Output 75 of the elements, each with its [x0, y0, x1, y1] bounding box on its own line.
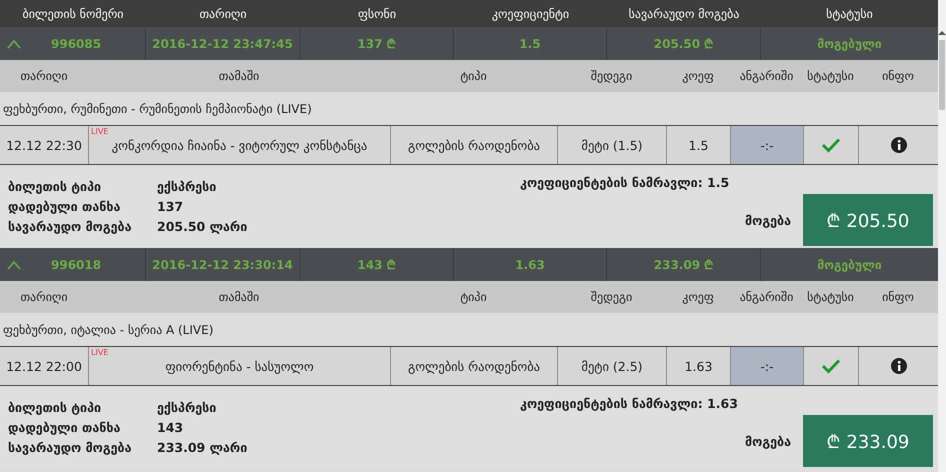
summary-label: სავარაუდო მოგება [8, 440, 133, 455]
info-icon[interactable] [890, 358, 906, 374]
ticket-odds: 1.5 [519, 36, 541, 50]
score-cell: -:- [730, 126, 803, 164]
summary-label: ბილეთის ტიპი [8, 179, 102, 194]
ticket-date: 2016-12-12 23:30:14 [152, 258, 293, 272]
column-header: თარიღი [198, 6, 248, 20]
column-header: შედეგი [590, 69, 634, 83]
summary-label: დადებული თანხა [8, 420, 122, 435]
table-cell: გოლების რაოდენობა [390, 126, 557, 164]
column-header: ტიპი [459, 69, 488, 83]
column-header: სავარაუდო მოგება [628, 6, 740, 20]
column-header: შედეგი [590, 290, 634, 304]
summary-label: დადებული თანხა [8, 199, 122, 214]
summary-label: სავარაუდო მოგება [8, 219, 133, 234]
live-tag: LIVE [91, 127, 108, 136]
match-name: კონკორდია ჩიაინა - ვიტორულ კონსტანცა [112, 138, 368, 152]
scroll-up-icon[interactable] [938, 30, 946, 36]
ticket-number: 996018 [51, 258, 102, 272]
info-icon[interactable] [890, 137, 906, 153]
ticket-potential-win: 205.50 ₾ [654, 36, 714, 52]
column-header: სტატუსი [806, 290, 855, 304]
ticket-potential-win: 233.09 ₾ [654, 257, 714, 273]
league-title: ფეხბურთი, იტალია - სერია A (LIVE) [3, 322, 214, 336]
column-header: ბილეთის ნომერი [21, 6, 125, 20]
ticket-stake: 143 ₾ [357, 257, 396, 273]
ticket-stake: 137 ₾ [357, 36, 396, 52]
chevron-icon[interactable] [7, 260, 21, 270]
total-odds: კოეფიციენტების ნამრავლი: 1.5 [520, 175, 730, 190]
column-header: ტიპი [459, 290, 488, 304]
scrollbar-thumb[interactable] [939, 40, 945, 110]
summary-value: 233.09 ლარი [157, 440, 248, 455]
column-header: თარიღი [19, 290, 69, 304]
column-header: კოეფ [681, 69, 715, 83]
column-header: ინფო [881, 290, 915, 304]
ticket-status: მოგებული [817, 258, 882, 272]
column-header: სტატუსი [825, 6, 874, 20]
chevron-icon[interactable] [7, 38, 21, 48]
summary-label: ბილეთის ტიპი [8, 400, 102, 415]
column-header: ანგარიში [738, 69, 794, 83]
column-header: ანგარიში [738, 290, 794, 304]
column-header: თამაში [218, 290, 260, 304]
ticket-row[interactable]: 996085 2016-12-12 23:47:45 137 ₾ 1.5 205.50 ₾ მოგებული [0, 27, 938, 60]
ticket-row[interactable]: 996018 2016-12-12 23:30:14 143 ₾ 1.63 233.09 ₾ მოგებული [0, 248, 938, 281]
column-header: თარიღი [19, 69, 69, 83]
league-title: ფეხბურთი, რუმინეთი - რუმინეთის ჩემპიონატი (LIVE) [3, 102, 312, 116]
ticket-status: მოგებული [817, 36, 882, 50]
table-cell-text: 12.12 22:30 [5, 136, 83, 154]
ticket-number: 996085 [51, 36, 102, 50]
summary-value: ექსპრესი [157, 400, 218, 415]
win-label: მოგება [745, 434, 791, 448]
table-cell-text: 12.12 22:00 [5, 358, 83, 376]
column-header: თამაში [218, 69, 260, 83]
ticket-date: 2016-12-12 23:47:45 [152, 36, 293, 50]
summary-value: ექსპრესი [157, 179, 218, 194]
win-label: მოგება [745, 212, 791, 228]
table-cell: გოლების რაოდენობა [390, 347, 557, 385]
column-header: კოეფიციენტი [490, 6, 570, 20]
table-cell: მეტი (1.5) [557, 126, 666, 164]
column-header: ფსონი [356, 6, 398, 20]
score-cell: -:- [730, 347, 803, 385]
column-header: სტატუსი [806, 69, 855, 83]
column-header: კოეფ [681, 290, 715, 304]
match-name: ფიორენტინა - სასუოლო [165, 358, 314, 374]
column-header: ინფო [881, 69, 915, 83]
live-tag: LIVE [91, 348, 108, 357]
summary-value: 137 [157, 199, 184, 214]
total-odds: კოეფიციენტების ნამრავლი: 1.63 [520, 396, 739, 411]
win-amount: ₾ 205.50 [803, 194, 933, 246]
scrollbar[interactable] [938, 0, 946, 472]
table-cell: მეტი (2.5) [557, 347, 666, 385]
ticket-odds: 1.63 [515, 258, 545, 272]
summary-value: 143 [157, 420, 184, 435]
summary-value: 205.50 ლარი [157, 219, 248, 234]
win-amount: ₾ 233.09 [803, 415, 933, 467]
